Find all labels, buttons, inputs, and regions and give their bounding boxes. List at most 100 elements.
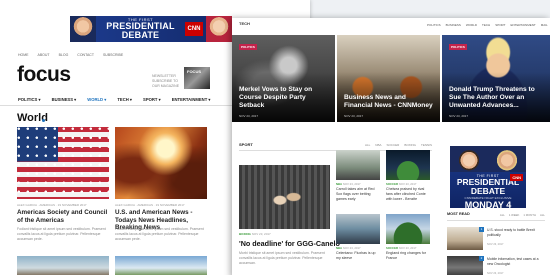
- tab-all[interactable]: ALL: [500, 213, 505, 217]
- top-link[interactable]: Contact: [77, 53, 94, 57]
- sport-item-title[interactable]: Celentano: Fluxhas is up my sleeve: [336, 251, 380, 261]
- section-title: World: [17, 112, 48, 124]
- sport-list-item[interactable]: SOCCER NOV 23, 2017 England ring changes…: [386, 214, 430, 261]
- category-badge[interactable]: POLITICS: [449, 44, 467, 50]
- top-menu: Politics Business World Tech Sport Enter…: [427, 23, 548, 27]
- nav-item-world[interactable]: WORLD ▾: [87, 97, 106, 102]
- nav-item-business[interactable]: BUSINESS ▾: [52, 97, 77, 102]
- nav-item-entertainment[interactable]: ENTERTAINMENT ▾: [172, 97, 211, 102]
- sport-date: NOV 23, 2017: [398, 246, 417, 250]
- banner-line2: PRESIDENTIAL DEBATE: [106, 21, 175, 40]
- most-read-title-text[interactable]: U.S. stood ready to battle Brexit politi…: [487, 228, 545, 237]
- cnn-logo: CNN: [510, 174, 523, 181]
- top-link[interactable]: About: [38, 53, 50, 57]
- sport-tag[interactable]: SOCCER: [386, 246, 398, 250]
- article-thumb[interactable]: [115, 256, 207, 275]
- hero-card[interactable]: POLITICS Donald Trump Threatens to Sue T…: [442, 35, 550, 122]
- tab-all-time[interactable]: ALL: [540, 213, 545, 217]
- menu-item[interactable]: World: [466, 23, 477, 27]
- tab-all[interactable]: ALL: [365, 143, 370, 147]
- nav-item-politics[interactable]: POLITICS ▾: [18, 97, 41, 102]
- sport-thumb[interactable]: [336, 214, 380, 244]
- tab-boxing[interactable]: BOXING: [404, 143, 416, 147]
- most-read-item[interactable]: 2 Mobile information, test cases at a ne…: [447, 256, 545, 275]
- article-image-flag[interactable]: [17, 127, 109, 199]
- candidate-right-image: [206, 16, 232, 42]
- nav-item-sport[interactable]: SPORT ▾: [143, 97, 161, 102]
- sport-thumb[interactable]: [336, 150, 380, 180]
- brand-label[interactable]: TECH: [239, 21, 250, 26]
- hero-meta: NOV 23, 2017: [239, 114, 259, 118]
- featured-meta: BOXING NOV 23, 2017: [239, 232, 271, 236]
- sport-list-item[interactable]: NBA NOV 23, 2017 Carroll takes aim at Re…: [336, 150, 380, 201]
- sport-date: NOV 23, 2017: [398, 182, 417, 186]
- ad-line4: MONDAY 4: [464, 200, 512, 210]
- most-read-title-text[interactable]: Mobile information, test cases at a new …: [487, 257, 545, 266]
- rank-badge: 2: [479, 256, 484, 261]
- screenshot-stage: THE FIRST PRESIDENTIAL DEBATE CNN Home A…: [0, 0, 550, 275]
- most-read-thumb[interactable]: [447, 256, 483, 275]
- sport-thumb[interactable]: [386, 150, 430, 180]
- rank-badge: 1: [479, 227, 484, 232]
- sport-list-item[interactable]: NBA NOV 23, 2017 Celentano: Fluxhas is u…: [336, 214, 380, 261]
- menu-item[interactable]: Politics: [427, 23, 441, 27]
- hero-title[interactable]: Business News and Financial News - CNNMo…: [344, 94, 435, 110]
- tab-month[interactable]: 1 MONTH: [523, 213, 536, 217]
- sport-item-title[interactable]: Carroll takes aim at Red Sox flags over …: [336, 187, 380, 201]
- article-meta: ALEX GARCIA · AMERICAS · 19 NOVEMBER 201…: [17, 203, 87, 207]
- hero-card[interactable]: POLITICS Merkel Vows to Stay on Course D…: [232, 35, 335, 122]
- featured-tag[interactable]: BOXING: [239, 232, 251, 236]
- menu-item[interactable]: Mail: [541, 23, 548, 27]
- tab-tennis[interactable]: TENNIS: [421, 143, 432, 147]
- featured-date: NOV 23, 2017: [251, 232, 271, 236]
- sport-list-item[interactable]: SOCCER NOV 23, 2017 Chelsea praised by r…: [386, 150, 430, 201]
- sport-item-title[interactable]: Chelsea praised by rival fans after clin…: [386, 187, 430, 201]
- featured-image[interactable]: [239, 165, 330, 229]
- featured-excerpt: Morbi tristique sit amet ipsum sed vesti…: [239, 251, 325, 265]
- hero-title[interactable]: Donald Trump Threatens to Sue The Author…: [449, 86, 545, 110]
- sport-tabs: ALL NBA SOCCER BOXING TENNIS: [365, 143, 432, 147]
- magazine-label: FOCUS: [187, 69, 201, 74]
- sport-title: SPORT: [239, 142, 253, 147]
- sport-item-title[interactable]: England ring changes for France: [386, 251, 430, 261]
- nav-item-tech[interactable]: TECH ▾: [117, 97, 132, 102]
- debate-sidebar-ad[interactable]: CNN THE FIRST PRESIDENTIAL DEBATE CNN/DE…: [450, 146, 526, 210]
- candidate-right-image: [488, 146, 526, 172]
- hero-card[interactable]: Business News and Financial News - CNNMo…: [337, 35, 440, 122]
- article-image-canyon[interactable]: [115, 127, 207, 199]
- site-logo[interactable]: focus: [17, 63, 71, 87]
- candidate-left-image: [70, 16, 96, 42]
- sport-tag[interactable]: SOCCER: [386, 182, 398, 186]
- menu-item[interactable]: Entertainment: [510, 23, 535, 27]
- article-excerpt: Fodiant tristique sit amet ipsum sed ves…: [17, 227, 106, 241]
- category-badge[interactable]: POLITICS: [239, 44, 257, 50]
- hero-meta: NOV 23, 2017: [344, 114, 364, 118]
- most-read-meta: NOV 23, 2017: [487, 243, 504, 246]
- most-read-item[interactable]: 1 U.S. stood ready to battle Brexit poli…: [447, 227, 545, 255]
- sport-date: NOV 23, 2017: [342, 246, 361, 250]
- menu-item[interactable]: Tech: [482, 23, 490, 27]
- newsletter-text: NEWSLETTER SUBSCRIBE TO OUR MAGAZINE: [152, 74, 180, 88]
- debate-banner-ad[interactable]: THE FIRST PRESIDENTIAL DEBATE CNN: [70, 16, 232, 42]
- top-link[interactable]: Home: [18, 53, 29, 57]
- tab-nba[interactable]: NBA: [375, 143, 381, 147]
- top-link[interactable]: Blog: [59, 53, 69, 57]
- sport-tag[interactable]: NBA: [336, 182, 342, 186]
- tab-week[interactable]: 1 WEEK: [509, 213, 520, 217]
- sport-thumb[interactable]: [386, 214, 430, 244]
- sport-tag[interactable]: NBA: [336, 246, 342, 250]
- article-thumb[interactable]: [17, 256, 109, 275]
- hero-meta: NOV 23, 2017: [449, 114, 469, 118]
- title-dot: [42, 119, 45, 122]
- menu-item[interactable]: Business: [446, 23, 461, 27]
- main-nav: POLITICS ▾ BUSINESS ▾ WORLD ▾ TECH ▾ SPO…: [18, 97, 211, 102]
- featured-title[interactable]: 'No deadline' for GGG-Canelo: [239, 239, 340, 248]
- tab-soccer[interactable]: SOCCER: [386, 143, 399, 147]
- top-link[interactable]: Subscribe: [103, 53, 123, 57]
- article-title[interactable]: Americas Society and Council of the Amer…: [17, 209, 109, 224]
- most-read-thumb[interactable]: [447, 227, 483, 250]
- article-excerpt: Fodiant tristique sit amet ipsum sed ves…: [115, 227, 204, 241]
- menu-item[interactable]: Sport: [495, 23, 505, 27]
- top-bar: TECH Politics Business World Tech Sport …: [232, 18, 550, 32]
- hero-title[interactable]: Merkel Vows to Stay on Course Despite Pa…: [239, 86, 330, 110]
